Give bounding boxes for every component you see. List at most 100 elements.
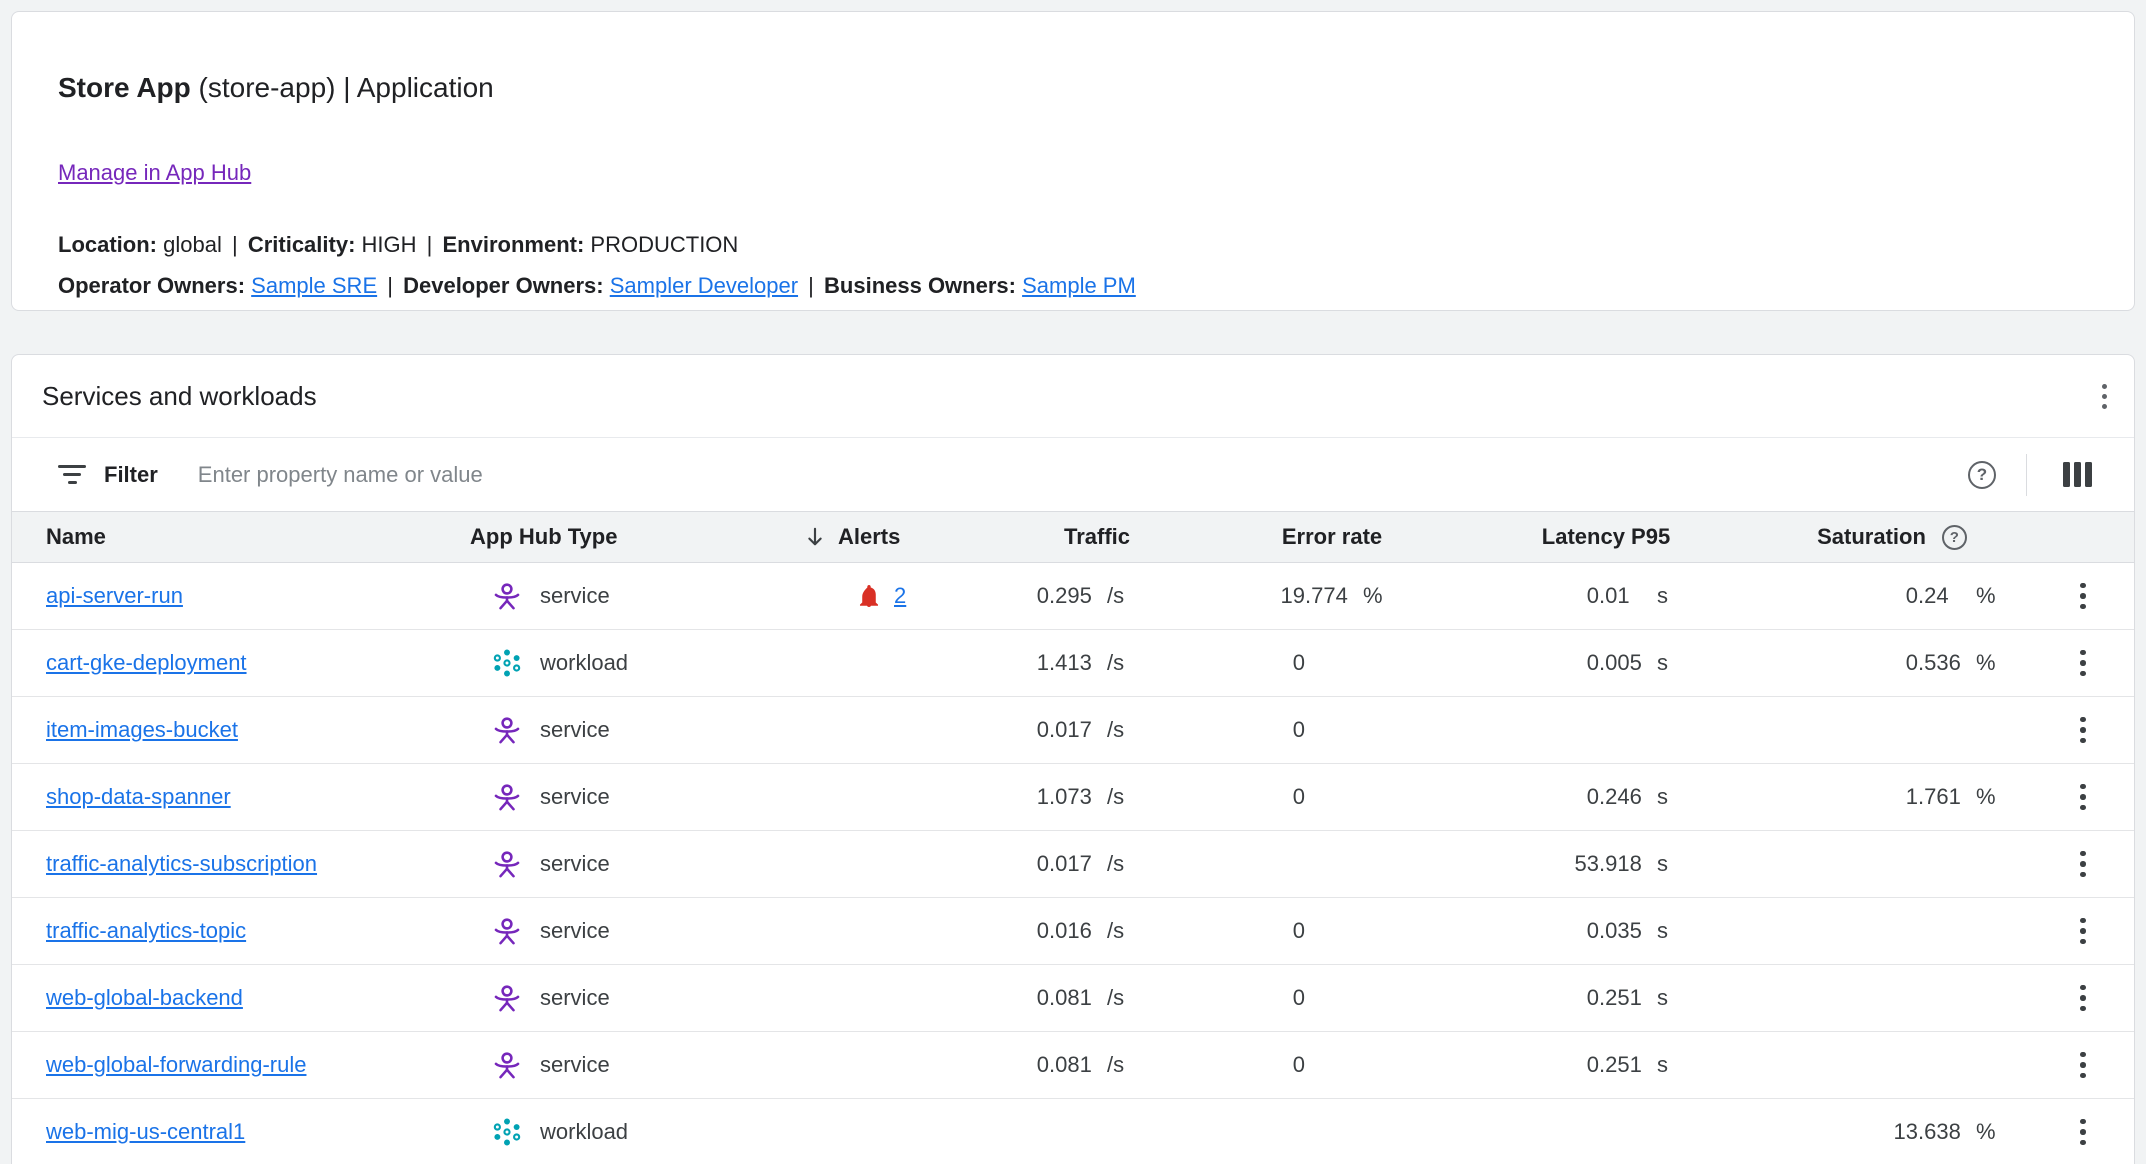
column-header-app-hub-type[interactable]: App Hub Type [442, 524, 752, 550]
row-menu-button[interactable] [2061, 708, 2105, 752]
value-unit: % [1970, 1119, 2006, 1145]
alerts-cell [752, 898, 972, 964]
value-int: 0 [1722, 583, 1918, 609]
environment-value: PRODUCTION [590, 232, 738, 257]
alerts-header-label: Alerts [838, 524, 900, 550]
value-int: 0 [1432, 583, 1599, 609]
value-int: 0 [1432, 1052, 1599, 1078]
traffic-cell: 0.295/s [972, 563, 1172, 629]
value-int: 0 [972, 851, 1049, 877]
value-unit: s [1651, 650, 1681, 676]
value-frac: .413 [1049, 650, 1101, 676]
row-menu-button[interactable] [2061, 641, 2105, 685]
value-frac: .246 [1599, 784, 1651, 810]
service-icon [490, 713, 524, 747]
service-icon [490, 1048, 524, 1082]
row-actions-cell [2032, 697, 2134, 763]
resource-name-link[interactable]: web-global-backend [46, 985, 243, 1011]
latency-cell: 0.246s [1432, 764, 1722, 830]
type-label: service [540, 583, 610, 609]
value-unit: % [1970, 583, 2006, 609]
resource-name-link[interactable]: item-images-bucket [46, 717, 238, 743]
name-cell: cart-gke-deployment [12, 630, 442, 696]
row-actions-cell [2032, 1032, 2134, 1098]
row-actions-cell [2032, 1099, 2134, 1164]
row-actions-cell [2032, 630, 2134, 696]
row-menu-button[interactable] [2061, 976, 2105, 1020]
value-int: 19 [1172, 583, 1305, 609]
divider [2026, 454, 2027, 496]
error-cell [1172, 831, 1432, 897]
column-header-alerts[interactable]: Alerts [752, 524, 972, 550]
column-header-error-rate[interactable]: Error rate [1172, 524, 1432, 550]
filter-label: Filter [104, 462, 158, 488]
service-icon [490, 579, 524, 613]
location-label: Location: [58, 232, 157, 257]
panel-menu-button[interactable] [2082, 374, 2126, 418]
sort-descending-icon [802, 524, 828, 550]
row-menu-button[interactable] [2061, 909, 2105, 953]
saturation-cell [1722, 965, 2032, 1031]
name-cell: web-global-forwarding-rule [12, 1032, 442, 1098]
table-row: cart-gke-deploymentworkload1.413/s00.005… [12, 630, 2134, 697]
name-cell: shop-data-spanner [12, 764, 442, 830]
column-header-latency-p95[interactable]: Latency P95 [1432, 524, 1722, 550]
resource-name-link[interactable]: traffic-analytics-topic [46, 918, 246, 944]
value-frac: .24 [1918, 583, 1970, 609]
developer-owner-link[interactable]: Sampler Developer [610, 273, 798, 298]
column-header-traffic[interactable]: Traffic [972, 524, 1172, 550]
table-row: web-global-backendservice0.081/s00.251s [12, 965, 2134, 1032]
alerts-cell [752, 831, 972, 897]
value-frac: .017 [1049, 717, 1101, 743]
app-hub-type-cell: workload [442, 630, 752, 696]
error-cell: 19.774% [1172, 563, 1432, 629]
column-header-name[interactable]: Name [12, 524, 442, 550]
column-header-saturation[interactable]: Saturation ? [1722, 524, 2032, 550]
resource-name-link[interactable]: traffic-analytics-subscription [46, 851, 317, 877]
value-int: 0 [1432, 650, 1599, 676]
filter-help-icon[interactable]: ? [1968, 461, 1996, 489]
error-cell: 0 [1172, 965, 1432, 1031]
page-title: Store App (store-app) | Application [12, 12, 2134, 106]
manage-app-hub-link[interactable]: Manage in App Hub [58, 160, 251, 186]
column-display-options-button[interactable] [2057, 456, 2098, 493]
resource-name-link[interactable]: cart-gke-deployment [46, 650, 247, 676]
app-header-card: Store App (store-app) | Application Mana… [11, 11, 2135, 311]
type-label: workload [540, 1119, 628, 1145]
value-unit: s [1651, 918, 1681, 944]
operator-owner-link[interactable]: Sample SRE [251, 273, 377, 298]
row-menu-button[interactable] [2061, 1110, 2105, 1154]
row-menu-button[interactable] [2061, 842, 2105, 886]
row-menu-button[interactable] [2061, 1043, 2105, 1087]
resource-name-link[interactable]: shop-data-spanner [46, 784, 231, 810]
type-label: service [540, 918, 610, 944]
saturation-cell: 0.24% [1722, 563, 2032, 629]
app-hub-type-cell: service [442, 965, 752, 1031]
alerts-cell [752, 697, 972, 763]
saturation-cell [1722, 898, 2032, 964]
filter-input[interactable] [198, 462, 1968, 488]
alerts-cell: 2 [752, 563, 972, 629]
saturation-help-icon[interactable]: ? [1942, 525, 1967, 550]
value-unit: s [1651, 985, 1681, 1011]
traffic-cell: 1.413/s [972, 630, 1172, 696]
type-label: service [540, 784, 610, 810]
app-hub-type-cell: service [442, 831, 752, 897]
table-body: api-server-runservice20.295/s19.774%0.01… [12, 563, 2134, 1164]
resource-name-link[interactable]: web-global-forwarding-rule [46, 1052, 306, 1078]
alert-count-link[interactable]: 2 [894, 583, 906, 609]
table-row: api-server-runservice20.295/s19.774%0.01… [12, 563, 2134, 630]
name-cell: web-global-backend [12, 965, 442, 1031]
operator-owners-label: Operator Owners: [58, 273, 245, 298]
latency-cell: 0.251s [1432, 965, 1722, 1031]
row-menu-button[interactable] [2061, 574, 2105, 618]
resource-name-link[interactable]: api-server-run [46, 583, 183, 609]
value-int: 0 [1172, 650, 1305, 676]
row-actions-cell [2032, 965, 2134, 1031]
value-unit: s [1651, 851, 1681, 877]
row-menu-button[interactable] [2061, 775, 2105, 819]
value-unit: % [1357, 583, 1393, 609]
business-owner-link[interactable]: Sample PM [1022, 273, 1136, 298]
resource-name-link[interactable]: web-mig-us-central1 [46, 1119, 245, 1145]
traffic-cell: 0.017/s [972, 831, 1172, 897]
